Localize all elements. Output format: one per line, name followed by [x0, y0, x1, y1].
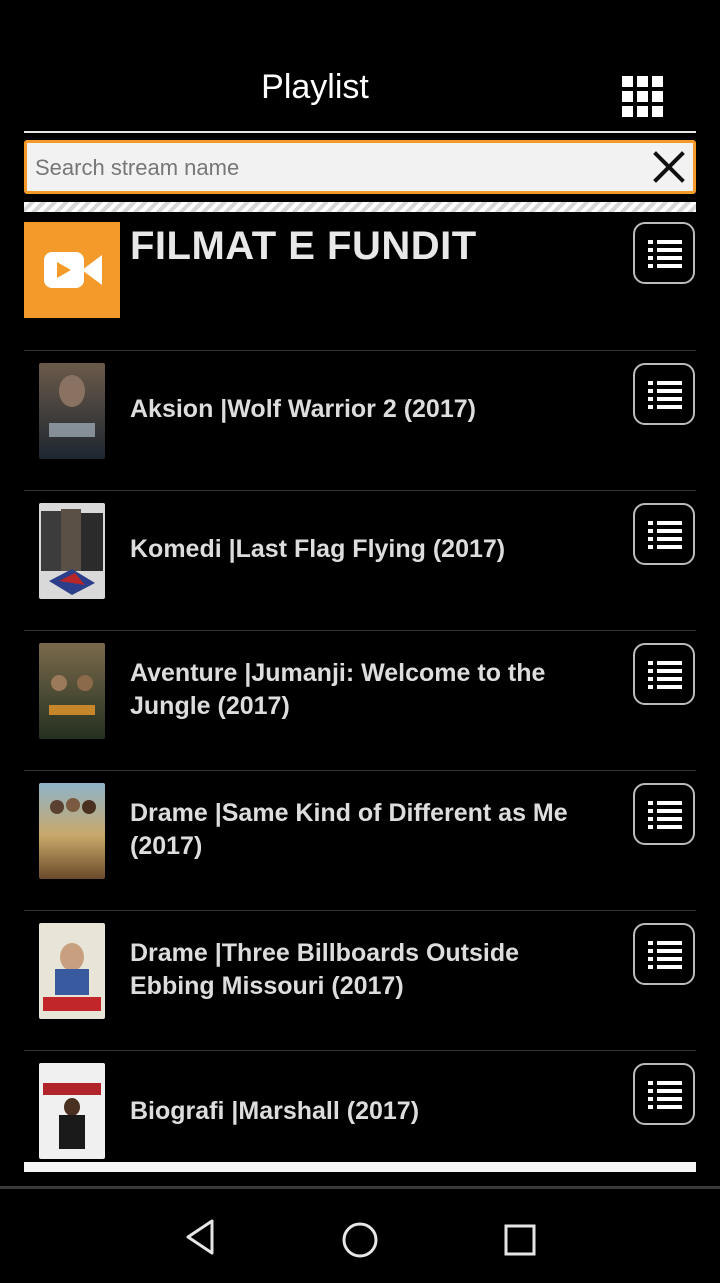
header-divider [24, 131, 696, 133]
list-item[interactable]: Aksion |Wolf Warrior 2 (2017) [24, 351, 696, 491]
list-item[interactable]: FILMAT E FUNDIT [24, 218, 696, 351]
list-menu-icon[interactable] [633, 503, 695, 565]
list-menu-icon[interactable] [633, 222, 695, 284]
movie-poster [39, 1063, 105, 1159]
list-menu-icon[interactable] [633, 923, 695, 985]
search-input[interactable] [33, 149, 647, 187]
list-menu-icon[interactable] [633, 783, 695, 845]
list-item[interactable]: Aventure |Jumanji: Welcome to the Jungle… [24, 631, 696, 771]
search-bar [24, 140, 696, 194]
list-top-divider [24, 202, 696, 212]
list-item[interactable]: Drame |Three Billboards Outside Ebbing M… [24, 911, 696, 1051]
list-menu-icon[interactable] [633, 643, 695, 705]
list-item[interactable]: Drame |Same Kind of Different as Me (201… [24, 771, 696, 911]
movie-poster [39, 783, 105, 879]
list-item[interactable]: Biografi |Marshall (2017) [24, 1051, 696, 1161]
movie-poster [39, 923, 105, 1019]
app-header: Playlist [0, 0, 720, 130]
video-camera-logo [24, 222, 120, 318]
movie-poster [39, 643, 105, 739]
playlist: FILMAT E FUNDIT Aksion |Wolf Warrior 2 (… [24, 218, 696, 1161]
list-item[interactable]: Komedi |Last Flag Flying (2017) [24, 491, 696, 631]
list-bottom-divider [24, 1162, 696, 1172]
home-circle-icon[interactable] [341, 1221, 379, 1264]
list-item-label: Aventure |Jumanji: Welcome to the Jungle… [130, 659, 546, 720]
list-menu-icon[interactable] [633, 363, 695, 425]
list-item-label: Aksion |Wolf Warrior 2 (2017) [130, 395, 476, 423]
system-nav-bar [0, 1186, 720, 1283]
list-item-label: Biografi |Marshall (2017) [130, 1097, 420, 1125]
grid-view-icon[interactable] [622, 76, 664, 118]
list-menu-icon[interactable] [633, 1063, 695, 1125]
movie-poster [39, 363, 105, 459]
list-item-label: Drame |Three Billboards Outside Ebbing M… [130, 939, 520, 1000]
back-triangle-icon[interactable] [182, 1217, 218, 1262]
list-item-label: FILMAT E FUNDIT [130, 224, 477, 268]
recents-square-icon[interactable] [503, 1223, 537, 1262]
page-title: Playlist [261, 68, 369, 106]
list-item-label: Komedi |Last Flag Flying (2017) [130, 535, 506, 563]
list-item-label: Drame |Same Kind of Different as Me (201… [130, 799, 568, 860]
movie-poster [39, 503, 105, 599]
close-icon[interactable] [651, 149, 687, 185]
